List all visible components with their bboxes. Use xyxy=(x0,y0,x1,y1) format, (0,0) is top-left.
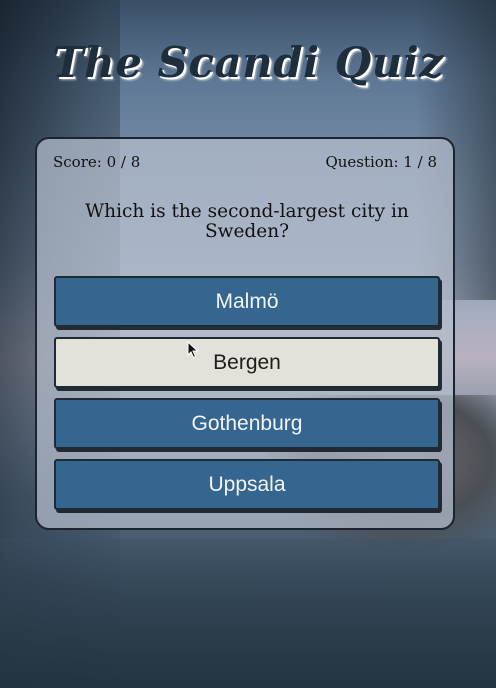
question-counter: Question: 1 / 8 xyxy=(325,153,437,171)
page-title: The Scandi Quiz xyxy=(52,38,444,87)
score-display: Score: 0 / 8 xyxy=(53,153,141,171)
answer-button-3[interactable]: Gothenburg xyxy=(54,398,440,449)
answer-button-2[interactable]: Bergen xyxy=(54,337,440,388)
quiz-card: Score: 0 / 8 Question: 1 / 8 Which is th… xyxy=(35,137,455,530)
answer-button-1[interactable]: Malmö xyxy=(54,276,440,327)
question-text: Which is the second-largest city in Swed… xyxy=(85,201,409,242)
arrow-cursor-icon xyxy=(187,341,199,359)
answer-button-4[interactable]: Uppsala xyxy=(54,459,440,510)
background-water xyxy=(0,538,496,688)
